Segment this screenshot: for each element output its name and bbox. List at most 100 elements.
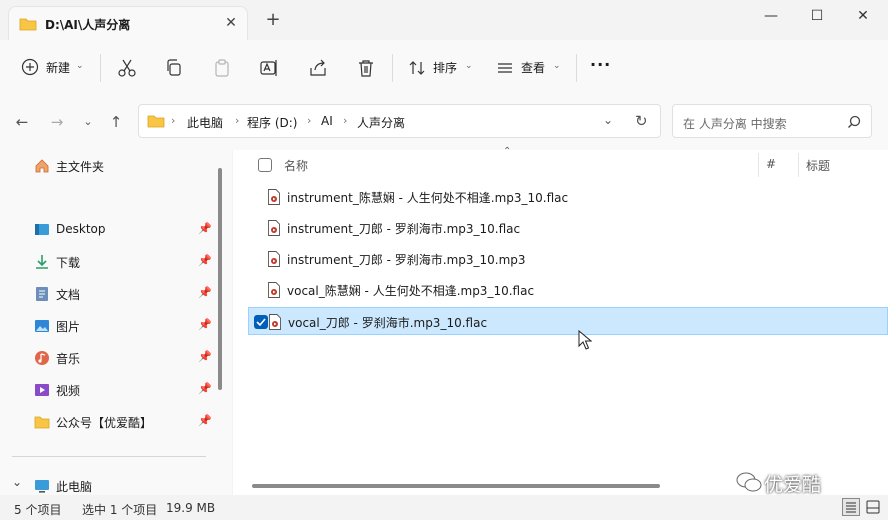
picture-icon xyxy=(35,320,49,332)
pin-icon[interactable]: 📌 xyxy=(198,318,212,331)
folder-icon xyxy=(34,416,50,429)
up-button[interactable]: ↑ xyxy=(106,112,126,132)
sort-ascending-icon: ⌃ xyxy=(503,146,512,157)
audio-file-icon xyxy=(268,189,280,205)
sidebar-item-label: 此电脑 xyxy=(56,480,93,494)
close-window-button[interactable]: ✕ xyxy=(840,0,886,32)
status-bar: 5 个项目 选中 1 个项目 19.9 MB xyxy=(0,495,888,520)
paste-icon[interactable] xyxy=(211,57,233,79)
sidebar-item-pictures[interactable]: 图片 📌 xyxy=(20,312,220,340)
search-icon[interactable] xyxy=(847,115,861,129)
divider xyxy=(392,54,393,82)
copy-icon[interactable] xyxy=(163,57,185,79)
computer-icon xyxy=(35,480,49,493)
file-row[interactable]: instrument_刀郎 - 罗刹海市.mp3_10.flac xyxy=(248,214,888,242)
maximize-button[interactable]: ☐ xyxy=(794,0,840,32)
column-divider[interactable] xyxy=(758,153,759,177)
sidebar-scrollbar[interactable] xyxy=(218,168,222,390)
file-row-selected[interactable]: vocal_刀郎 - 罗刹海市.mp3_10.flac xyxy=(248,307,888,335)
mouse-cursor-icon xyxy=(578,330,592,350)
pin-icon[interactable]: 📌 xyxy=(198,414,212,427)
audio-file-icon xyxy=(268,220,280,236)
audio-file-icon xyxy=(268,282,280,298)
breadcrumb-separator: › xyxy=(235,114,240,127)
chevron-down-icon: ⌄ xyxy=(553,61,561,71)
new-tab-button[interactable]: + xyxy=(262,10,284,32)
pin-icon[interactable]: 📌 xyxy=(198,350,212,363)
view-button[interactable]: 查看 ⌄ xyxy=(490,52,568,84)
share-icon[interactable] xyxy=(307,57,329,79)
sidebar-item-home[interactable]: 主文件夹 xyxy=(20,152,220,180)
pin-icon[interactable]: 📌 xyxy=(198,382,212,395)
sidebar-item-documents[interactable]: 文档 📌 xyxy=(20,280,220,308)
row-checkbox-checked[interactable] xyxy=(254,315,268,329)
column-divider[interactable] xyxy=(798,153,799,177)
refresh-icon[interactable]: ↻ xyxy=(635,112,648,130)
address-bar[interactable]: › 此电脑 › 程序 (D:) › AI › 人声分离 ⌄ ↻ xyxy=(138,104,661,138)
sidebar-item-music[interactable]: 音乐 📌 xyxy=(20,344,220,372)
view-label: 查看 xyxy=(521,61,546,75)
column-header-title[interactable]: 标题 xyxy=(806,157,830,174)
sidebar-item-label: 文档 xyxy=(56,288,81,302)
breadcrumb-drive-d[interactable]: 程序 (D:) xyxy=(247,114,297,131)
delete-icon[interactable] xyxy=(355,57,377,79)
chevron-down-icon: ⌄ xyxy=(465,61,473,71)
chevron-down-icon[interactable]: ⌄ xyxy=(603,113,613,127)
divider xyxy=(100,54,101,82)
audio-file-icon xyxy=(269,314,281,330)
rename-icon[interactable] xyxy=(258,57,280,79)
breadcrumb-ai[interactable]: AI xyxy=(321,114,333,128)
add-circle-icon xyxy=(21,58,39,76)
download-icon xyxy=(36,255,48,269)
pin-icon[interactable]: 📌 xyxy=(198,254,212,267)
chevron-down-icon[interactable]: ⌄ xyxy=(12,475,22,489)
forward-button[interactable]: → xyxy=(47,112,67,132)
new-label: 新建 xyxy=(46,61,71,75)
horizontal-scrollbar[interactable] xyxy=(252,484,660,488)
video-icon xyxy=(35,384,49,396)
sidebar-item-label: 公众号【优爱酷】 xyxy=(56,416,153,430)
new-button[interactable]: 新建 ⌄ xyxy=(14,52,88,84)
breadcrumb-separator: › xyxy=(171,114,176,127)
details-view-button[interactable] xyxy=(842,498,860,516)
recent-locations-button[interactable]: ⌄ xyxy=(78,112,98,132)
cut-icon[interactable] xyxy=(116,57,138,79)
command-bar: 新建 ⌄ 排序 ⌄ 查看 ⌄ ··· xyxy=(0,40,888,95)
divider xyxy=(576,54,577,82)
audio-file-icon xyxy=(268,251,280,267)
pin-icon[interactable]: 📌 xyxy=(198,286,212,299)
desktop-icon xyxy=(35,224,49,235)
checkmark-icon xyxy=(256,318,266,327)
sidebar-divider xyxy=(12,456,206,457)
selection-count: 选中 1 个项目 xyxy=(82,503,158,517)
pin-icon[interactable]: 📌 xyxy=(198,222,212,235)
sort-button[interactable]: 排序 ⌄ xyxy=(402,52,482,84)
more-options-button[interactable]: ··· xyxy=(590,55,611,74)
tiles-view-icon xyxy=(866,500,880,514)
breadcrumb-separator: › xyxy=(343,114,348,127)
breadcrumb-current[interactable]: 人声分离 xyxy=(357,114,405,131)
tab-title: D:\AI\人声分离 xyxy=(45,18,131,32)
document-icon xyxy=(36,287,48,301)
tiles-view-button[interactable] xyxy=(864,498,882,516)
file-row[interactable]: instrument_刀郎 - 罗刹海市.mp3_10.mp3 xyxy=(248,245,888,273)
sidebar-item-desktop[interactable]: Desktop 📌 xyxy=(20,216,220,244)
file-row[interactable]: vocal_陈慧娴 - 人生何处不相逢.mp3_10.flac xyxy=(248,276,888,304)
tab-close-button[interactable]: ✕ xyxy=(221,13,241,33)
breadcrumb-this-pc[interactable]: 此电脑 xyxy=(187,114,223,131)
column-header-number[interactable]: # xyxy=(766,157,776,171)
back-button[interactable]: ← xyxy=(12,112,32,132)
sidebar-item-wechat-folder[interactable]: 公众号【优爱酷】 📌 xyxy=(20,408,220,436)
search-box[interactable]: 在 人声分离 中搜索 xyxy=(672,104,872,138)
file-name: vocal_刀郎 - 罗刹海市.mp3_10.flac xyxy=(288,316,488,330)
file-row[interactable]: instrument_陈慧娴 - 人生何处不相逢.mp3_10.flac xyxy=(248,183,888,211)
minimize-button[interactable]: — xyxy=(748,0,794,32)
column-header-name[interactable]: 名称 xyxy=(284,157,308,174)
tab-active[interactable]: D:\AI\人声分离 ✕ xyxy=(8,6,248,40)
details-view-icon xyxy=(846,502,856,513)
sidebar-item-downloads[interactable]: 下载 📌 xyxy=(20,248,220,276)
selection-size: 19.9 MB xyxy=(166,501,216,515)
select-all-checkbox[interactable] xyxy=(258,158,272,172)
sidebar-item-videos[interactable]: 视频 📌 xyxy=(20,376,220,404)
sidebar-item-label: 视频 xyxy=(56,384,81,398)
